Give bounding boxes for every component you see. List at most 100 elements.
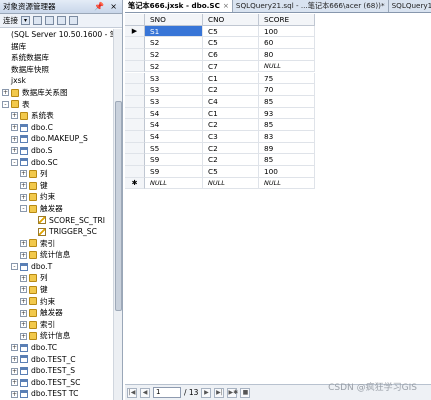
tree-node[interactable]: + dbo.TEST TC xyxy=(0,388,113,400)
expand-icon[interactable]: + xyxy=(11,355,18,363)
table-cell[interactable]: S4 xyxy=(145,107,203,120)
expand-icon[interactable]: + xyxy=(11,112,18,120)
tree-node[interactable]: + 统计信息 xyxy=(0,330,113,342)
table-cell[interactable]: S5 xyxy=(145,142,203,155)
table-cell[interactable]: S3 xyxy=(145,95,203,108)
table-row[interactable]: S3 C4 85 xyxy=(125,95,315,108)
expand-icon[interactable]: + xyxy=(20,274,27,282)
table-cell[interactable]: NULL xyxy=(145,177,203,190)
tree-node[interactable]: + 键 xyxy=(0,284,113,296)
column-header-sno[interactable]: SNO xyxy=(145,14,203,26)
table-cell[interactable]: 85 xyxy=(259,95,315,108)
tree-node[interactable]: - 触发器 xyxy=(0,203,113,215)
tree-node[interactable]: SCORE_SC_TRI xyxy=(0,215,113,227)
connect-button[interactable]: 连接 xyxy=(3,15,18,26)
expand-icon[interactable]: + xyxy=(2,89,9,97)
last-record-icon[interactable]: ▶| xyxy=(214,387,225,398)
table-cell[interactable]: S4 xyxy=(145,119,203,131)
table-cell[interactable]: C7 xyxy=(203,60,259,73)
disconnect-icon[interactable] xyxy=(33,16,42,25)
table-cell[interactable]: 85 xyxy=(259,119,315,131)
tree-node[interactable]: + 统计信息 xyxy=(0,249,113,261)
collapse-icon[interactable]: - xyxy=(2,100,9,108)
expand-icon[interactable]: + xyxy=(11,390,18,398)
table-row[interactable]: S4 C2 85 xyxy=(125,119,315,131)
tree-node[interactable]: + 列 xyxy=(0,272,113,284)
connect-dropdown-icon[interactable]: ▾ xyxy=(21,16,30,25)
tree-node[interactable]: + 约束 xyxy=(0,296,113,308)
table-cell[interactable]: NULL xyxy=(203,177,259,190)
table-cell[interactable]: 60 xyxy=(259,37,315,50)
table-cell[interactable]: NULL xyxy=(259,177,315,190)
tree-node[interactable]: + dbo.C xyxy=(0,122,113,134)
table-cell[interactable]: S4 xyxy=(145,131,203,143)
table-row[interactable]: S9 C2 85 xyxy=(125,154,315,167)
tree-node[interactable]: - dbo.SC xyxy=(0,157,113,169)
row-selector[interactable] xyxy=(125,154,145,167)
table-cell[interactable]: 70 xyxy=(259,84,315,96)
tree-node[interactable]: 数据库快照 xyxy=(0,64,113,76)
tree-node[interactable]: 系统数据库 xyxy=(0,52,113,64)
tree-node[interactable]: + 索引 xyxy=(0,238,113,250)
expand-icon[interactable]: + xyxy=(20,251,27,259)
table-cell[interactable]: C6 xyxy=(203,49,259,61)
tree-node[interactable]: + dbo.S xyxy=(0,145,113,157)
expand-icon[interactable]: + xyxy=(20,286,27,294)
expand-icon[interactable]: + xyxy=(20,193,27,201)
row-selector[interactable]: ▶ xyxy=(125,25,145,38)
pin-icon[interactable]: 📌 xyxy=(94,0,104,14)
new-record-icon[interactable]: ▶✱ xyxy=(227,387,238,398)
table-cell[interactable]: 93 xyxy=(259,107,315,120)
column-header-cno[interactable]: CNO xyxy=(203,14,259,26)
table-row[interactable]: S4 C1 93 xyxy=(125,107,315,120)
document-tab[interactable]: 笔记本666.jxsk - dbo.SC × xyxy=(125,0,233,12)
first-record-icon[interactable]: |◀ xyxy=(127,387,137,398)
tree-node[interactable]: + dbo.TEST_S xyxy=(0,365,113,377)
table-row[interactable]: S2 C5 60 xyxy=(125,37,315,50)
tree-node[interactable]: + 系统表 xyxy=(0,110,113,122)
row-selector[interactable] xyxy=(125,60,145,73)
table-cell[interactable]: C2 xyxy=(203,84,259,96)
row-selector[interactable] xyxy=(125,72,145,85)
table-cell[interactable]: C1 xyxy=(203,107,259,120)
table-cell[interactable]: C3 xyxy=(203,131,259,143)
collapse-icon[interactable]: - xyxy=(11,158,18,166)
tree-node[interactable]: + dbo.TC xyxy=(0,342,113,354)
current-page-input[interactable]: 1 xyxy=(153,387,181,398)
table-cell[interactable]: 89 xyxy=(259,142,315,155)
table-cell[interactable]: 100 xyxy=(259,166,315,178)
collapse-icon[interactable]: - xyxy=(11,263,18,271)
tree-node[interactable]: jxsk xyxy=(0,75,113,87)
expand-icon[interactable]: + xyxy=(11,135,18,143)
tree-node[interactable]: 据库 xyxy=(0,41,113,53)
row-selector[interactable] xyxy=(125,166,145,178)
table-cell[interactable]: C2 xyxy=(203,119,259,131)
table-row[interactable]: S3 C2 70 xyxy=(125,84,315,96)
table-cell[interactable]: S2 xyxy=(145,37,203,50)
close-icon[interactable]: × xyxy=(110,0,117,14)
expand-icon[interactable]: + xyxy=(20,332,27,340)
table-cell[interactable]: 80 xyxy=(259,49,315,61)
table-cell[interactable]: C5 xyxy=(203,37,259,50)
tree-node[interactable]: + 键 xyxy=(0,180,113,192)
explorer-scrollbar-thumb[interactable] xyxy=(115,101,122,311)
expand-icon[interactable]: + xyxy=(20,297,27,305)
row-selector[interactable] xyxy=(125,37,145,50)
document-tab[interactable]: SQLQuery21.sql - ...笔记本666\acer (68))* xyxy=(233,0,389,12)
tree-node[interactable]: + dbo.TEST_C xyxy=(0,354,113,366)
tree-node[interactable]: + 数据库关系图 xyxy=(0,87,113,99)
tree-node[interactable]: TRIGGER_SC xyxy=(0,226,113,238)
grid-corner[interactable] xyxy=(125,14,145,26)
row-selector[interactable] xyxy=(125,95,145,108)
table-cell[interactable]: 85 xyxy=(259,154,315,167)
table-cell[interactable]: C1 xyxy=(203,72,259,85)
expand-icon[interactable]: + xyxy=(20,239,27,247)
expand-icon[interactable]: + xyxy=(20,182,27,190)
row-selector[interactable] xyxy=(125,119,145,131)
expand-icon[interactable]: + xyxy=(11,344,18,352)
expand-icon[interactable]: + xyxy=(20,321,27,329)
tree-node[interactable]: -表 xyxy=(0,99,113,111)
table-cell[interactable]: NULL xyxy=(259,60,315,73)
collapse-icon[interactable]: - xyxy=(20,205,27,213)
previous-record-icon[interactable]: ◀ xyxy=(140,387,150,398)
